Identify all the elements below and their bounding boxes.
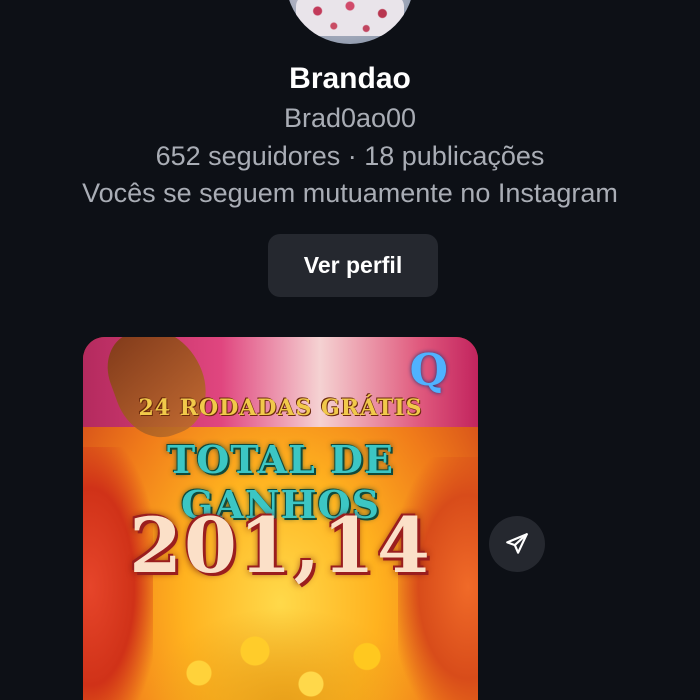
post-free-spins-text: 24 RODADAS GRÁTIS [138, 395, 423, 421]
view-profile-button[interactable]: Ver perfil [268, 234, 438, 297]
game-logo: Q [409, 345, 448, 396]
chat-profile-screen: Brandao Brad0ao00 652 seguidores · 18 pu… [0, 0, 700, 700]
profile-stats: 652 seguidores · 18 publicações [155, 141, 545, 171]
coins-graphic [143, 607, 423, 700]
avatar-image [296, 0, 404, 36]
post-amount: 201,14 [129, 501, 432, 590]
shared-post-image[interactable]: Q 24 RODADAS GRÁTIS TOTAL DE GANHOS 201,… [83, 337, 478, 700]
mutual-follow-text: Vocês se seguem mutuamente no Instagram [82, 178, 618, 208]
avatar[interactable] [286, 0, 414, 44]
profile-username: Brad0ao00 [283, 103, 417, 133]
paper-plane-icon [506, 533, 528, 554]
profile-name: Brandao [289, 62, 411, 95]
share-button[interactable] [489, 516, 545, 572]
